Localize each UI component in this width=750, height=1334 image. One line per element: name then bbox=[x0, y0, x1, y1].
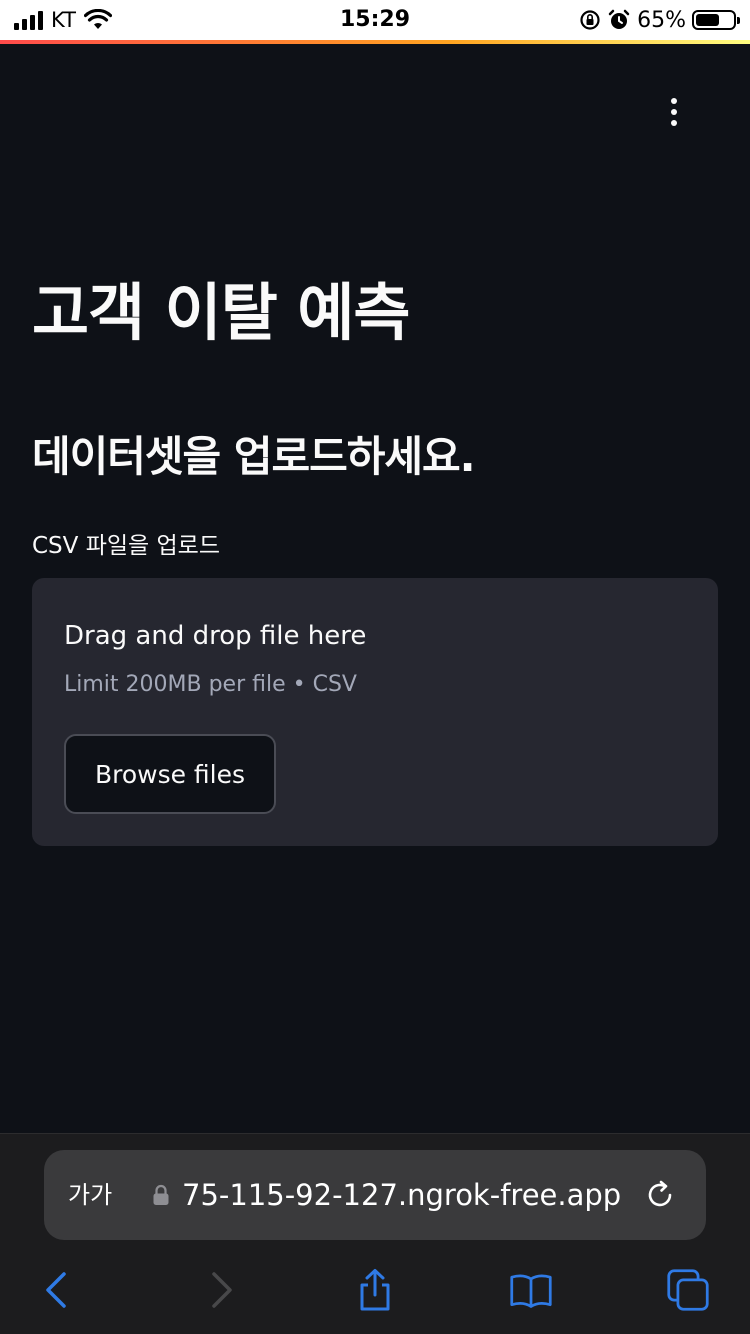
menu-dot bbox=[671, 109, 677, 115]
alarm-icon bbox=[608, 9, 630, 29]
status-bar: KT 15:29 65% bbox=[0, 0, 750, 40]
dropzone-limit-text: Limit 200MB per file • CSV bbox=[64, 672, 357, 697]
lock-icon bbox=[153, 1184, 169, 1205]
browser-bottom-bar: 가가 75-115-92-127.ngrok-free.app bbox=[0, 1133, 750, 1334]
screen: KT 15:29 65% 고객 이탈 예측 데이터셋을 업로드하세요. CSV … bbox=[0, 0, 750, 1334]
battery-icon bbox=[692, 10, 740, 30]
menu-dot bbox=[671, 98, 677, 104]
reload-icon[interactable] bbox=[644, 1178, 678, 1212]
file-dropzone[interactable]: Drag and drop file here Limit 200MB per … bbox=[32, 578, 718, 846]
battery-percent: 65% bbox=[637, 7, 686, 33]
status-right: 65% bbox=[579, 6, 740, 34]
battery-level-fill bbox=[696, 14, 719, 26]
page-subtitle: 데이터셋을 업로드하세요. bbox=[32, 432, 476, 481]
top-decoration-bar bbox=[0, 40, 750, 44]
page-title: 고객 이탈 예측 bbox=[32, 276, 410, 349]
dropzone-instructions: Drag and drop file here bbox=[64, 621, 367, 651]
browse-files-button[interactable]: Browse files bbox=[64, 734, 276, 814]
file-uploader-label: CSV 파일을 업로드 bbox=[32, 533, 220, 559]
url-text: 75-115-92-127.ngrok-free.app bbox=[182, 1178, 622, 1212]
menu-dot bbox=[671, 120, 677, 126]
forward-icon[interactable] bbox=[198, 1268, 242, 1312]
address-bar[interactable]: 가가 75-115-92-127.ngrok-free.app bbox=[44, 1150, 706, 1240]
main-menu-button[interactable] bbox=[660, 94, 688, 130]
rotation-lock-icon bbox=[580, 10, 600, 30]
bookmarks-icon[interactable] bbox=[509, 1268, 553, 1312]
share-icon[interactable] bbox=[353, 1268, 397, 1312]
page-settings-button[interactable]: 가가 bbox=[68, 1178, 112, 1212]
back-icon[interactable] bbox=[36, 1268, 80, 1312]
tabs-icon[interactable] bbox=[666, 1268, 710, 1312]
